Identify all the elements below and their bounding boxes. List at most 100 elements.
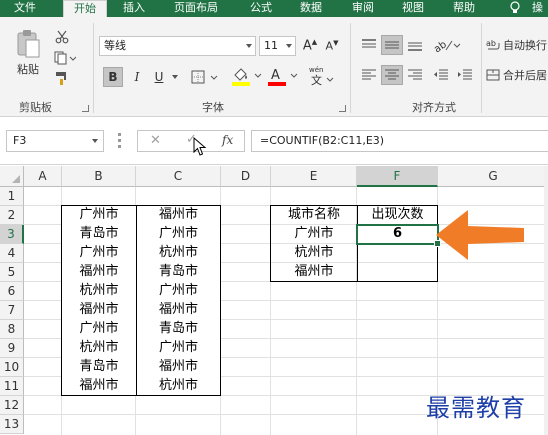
align-middle-button[interactable] — [381, 35, 403, 55]
increase-font-icon: A▲ — [302, 38, 318, 54]
align-bottom-button[interactable] — [404, 35, 426, 55]
ribbon-tab-bar: 文件 开始 插入 页面布局 公式 数据 审阅 视图 帮助 操 — [0, 0, 548, 17]
svg-text:A: A — [271, 68, 280, 83]
italic-button[interactable]: I — [127, 67, 147, 87]
tab-home[interactable]: 开始 — [63, 0, 107, 17]
tab-insert[interactable]: 插入 — [123, 0, 145, 17]
formula-input[interactable]: =COUNTIF(B2:C11,E3) — [251, 130, 548, 152]
cancel-icon[interactable]: ✕ — [150, 133, 161, 148]
paste-label: 粘贴 — [17, 63, 39, 76]
cell-b9[interactable]: 杭州市 — [62, 339, 136, 358]
cell-f4[interactable] — [357, 244, 438, 263]
borders-icon — [191, 70, 218, 84]
align-top-button[interactable] — [358, 35, 380, 55]
tab-formulas[interactable]: 公式 — [250, 0, 272, 17]
orientation-button[interactable]: ab — [430, 35, 464, 55]
underline-button[interactable]: U — [149, 67, 169, 87]
cell-e3[interactable]: 广州市 — [271, 225, 357, 244]
cell-b7[interactable]: 福州市 — [62, 301, 136, 320]
decrease-font-button[interactable]: A▼ — [322, 37, 342, 55]
cell-c7[interactable]: 福州市 — [136, 301, 221, 320]
row-header-8[interactable]: 8 — [0, 320, 24, 339]
tab-help[interactable]: 帮助 — [453, 0, 475, 17]
cell-b2[interactable]: 广州市 — [62, 206, 136, 225]
increase-font-button[interactable]: A▲ — [300, 37, 320, 55]
row-header-4[interactable]: 4 — [0, 244, 24, 263]
cell-e2[interactable]: 城市名称 — [271, 206, 357, 225]
align-left-button[interactable] — [358, 65, 380, 85]
cell-b6[interactable]: 杭州市 — [62, 282, 136, 301]
cell-b10[interactable]: 青岛市 — [62, 358, 136, 377]
fill-color-button[interactable] — [230, 65, 264, 87]
row-header-7[interactable]: 7 — [0, 301, 24, 320]
format-painter-button[interactable] — [52, 70, 72, 86]
tab-tell-me[interactable]: 操 — [532, 0, 543, 17]
insert-function-button[interactable]: fx — [222, 133, 233, 147]
decrease-indent-button[interactable] — [430, 65, 452, 85]
cell-c8[interactable]: 青岛市 — [136, 320, 221, 339]
row-header-11[interactable]: 11 — [0, 377, 24, 396]
column-header-f[interactable]: F — [357, 166, 438, 187]
align-right-button[interactable] — [404, 65, 426, 85]
cell-b11[interactable]: 福州市 — [62, 377, 136, 396]
cell-b4[interactable]: 广州市 — [62, 244, 136, 263]
underline-dropdown[interactable] — [169, 67, 181, 87]
cell-c3[interactable]: 广州市 — [136, 225, 221, 244]
cell-e4[interactable]: 杭州市 — [271, 244, 357, 263]
column-header-a[interactable]: A — [24, 166, 62, 187]
cell-f5[interactable] — [357, 263, 438, 282]
row-header-12[interactable]: 12 — [0, 396, 24, 415]
cell-c4[interactable]: 杭州市 — [136, 244, 221, 263]
cell-b8[interactable]: 广州市 — [62, 320, 136, 339]
cell-c6[interactable]: 广州市 — [136, 282, 221, 301]
merge-center-button[interactable]: 合并后居 — [486, 65, 548, 85]
row-header-3[interactable]: 3 — [0, 225, 24, 244]
clipboard-launcher-icon[interactable] — [82, 105, 89, 112]
column-header-e[interactable]: E — [271, 166, 357, 187]
formula-bar-grip[interactable] — [118, 133, 121, 149]
row-header-9[interactable]: 9 — [0, 339, 24, 358]
phonetic-button[interactable]: wén 文 — [306, 63, 336, 89]
tab-review[interactable]: 审阅 — [352, 0, 374, 17]
row-header-13[interactable]: 13 — [0, 415, 24, 434]
vertical-scrollbar[interactable] — [544, 166, 548, 435]
font-size-combo[interactable]: 11 — [259, 36, 296, 56]
cell-f2[interactable]: 出现次数 — [357, 206, 438, 225]
cell-c9[interactable]: 广州市 — [136, 339, 221, 358]
cell-b5[interactable]: 福州市 — [62, 263, 136, 282]
tab-page-layout[interactable]: 页面布局 — [174, 0, 218, 17]
cell-c11[interactable]: 杭州市 — [136, 377, 221, 396]
tab-data[interactable]: 数据 — [300, 0, 322, 17]
row-header-1[interactable]: 1 — [0, 187, 24, 206]
name-box[interactable]: F3 — [6, 130, 104, 152]
cell-e5[interactable]: 福州市 — [271, 263, 357, 282]
copy-button[interactable] — [52, 50, 78, 66]
cell-b3[interactable]: 青岛市 — [62, 225, 136, 244]
align-center-button[interactable] — [381, 65, 403, 85]
font-launcher-icon[interactable] — [339, 105, 346, 112]
cell-c10[interactable]: 福州市 — [136, 358, 221, 377]
paste-button[interactable]: 粘贴 — [10, 27, 46, 79]
column-header-g[interactable]: G — [438, 166, 548, 187]
row-header-10[interactable]: 10 — [0, 358, 24, 377]
active-cell-selection[interactable] — [356, 224, 441, 247]
column-header-d[interactable]: D — [221, 166, 271, 187]
row-header-2[interactable]: 2 — [0, 206, 24, 225]
row-header-5[interactable]: 5 — [0, 263, 24, 282]
bold-button[interactable]: B — [103, 67, 123, 87]
column-header-b[interactable]: B — [62, 166, 136, 187]
lightbulb-icon[interactable] — [510, 1, 520, 14]
increase-indent-button[interactable] — [454, 65, 476, 85]
cell-c5[interactable]: 青岛市 — [136, 263, 221, 282]
wrap-text-button[interactable]: ab 自动换行 — [486, 35, 548, 55]
tab-file[interactable]: 文件 — [14, 0, 36, 17]
row-header-6[interactable]: 6 — [0, 282, 24, 301]
tab-view[interactable]: 视图 — [402, 0, 424, 17]
borders-button[interactable] — [189, 67, 221, 87]
cut-button[interactable] — [52, 29, 72, 45]
font-name-combo[interactable]: 等线 — [99, 36, 256, 56]
select-all-button[interactable] — [0, 166, 24, 187]
cell-c2[interactable]: 福州市 — [136, 206, 221, 225]
font-color-button[interactable]: A — [266, 65, 300, 87]
column-header-c[interactable]: C — [136, 166, 221, 187]
